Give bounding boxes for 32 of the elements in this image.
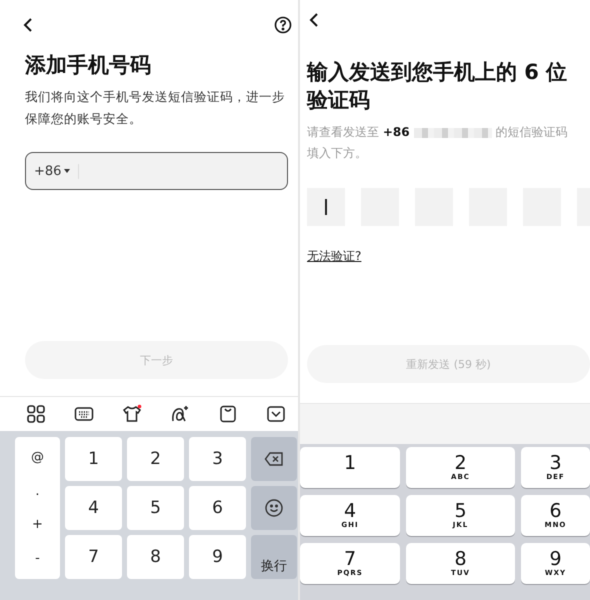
smiley-icon	[264, 498, 284, 518]
cannot-verify-link[interactable]: 无法验证?	[307, 248, 362, 265]
help-icon[interactable]	[274, 16, 292, 34]
description-text: 我们将向这个手机号发送短信验证码，进一步保障您的账号安全。	[25, 88, 286, 128]
digit-key[interactable]: 9	[189, 535, 246, 579]
caret-icon	[64, 169, 70, 173]
keypad-key[interactable]: 1	[300, 447, 400, 488]
digit-key[interactable]: 8	[127, 535, 184, 579]
page-title: 添加手机号码	[25, 52, 152, 79]
chevron-down-icon[interactable]	[266, 404, 286, 424]
backspace-key[interactable]	[251, 437, 297, 481]
country-code-dropdown[interactable]: +86	[34, 164, 80, 178]
sparkle-loop-icon[interactable]	[170, 404, 190, 424]
instruction-text: 填入下方。	[307, 145, 367, 162]
tshirt-icon[interactable]	[122, 404, 142, 424]
emoji-key[interactable]	[251, 486, 297, 530]
instruction-text: 请查看发送至 +86	[307, 124, 410, 141]
instruction-text: 的短信验证码	[496, 124, 568, 141]
symbol-keys[interactable]: @ . + -	[15, 437, 60, 579]
digit-key[interactable]: 3	[189, 437, 246, 481]
digit-key[interactable]: 6	[189, 486, 246, 530]
code-input-box[interactable]	[307, 188, 345, 226]
enter-key[interactable]: 换行	[251, 535, 297, 579]
digit-key[interactable]: 1	[65, 437, 122, 481]
page-title: 输入发送到您手机上的 6 位验证码	[307, 59, 568, 114]
bag-icon[interactable]	[218, 404, 238, 424]
digit-key[interactable]: 2	[127, 437, 184, 481]
grid-icon[interactable]	[26, 404, 46, 424]
digit-key[interactable]: 5	[127, 486, 184, 530]
digit-key[interactable]: 4	[65, 486, 122, 530]
digit-key[interactable]: 7	[65, 535, 122, 579]
phone-input-field[interactable]: +86	[25, 152, 288, 190]
